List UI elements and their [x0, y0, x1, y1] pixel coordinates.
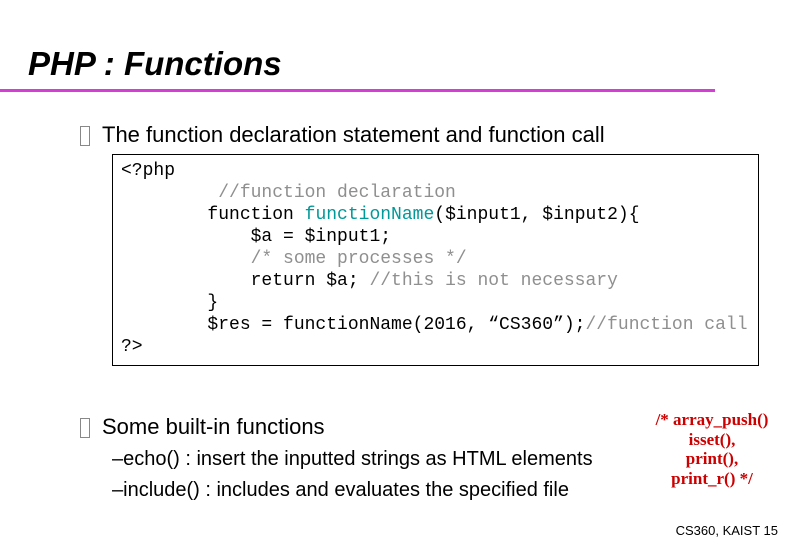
code-comment: //this is not necessary: [369, 271, 617, 291]
code-block: <?php //function declaration function fu…: [112, 154, 759, 366]
side-note-line: print_r() */: [642, 469, 782, 489]
side-note-line: isset(),: [642, 430, 782, 450]
code-comment: //function declaration: [218, 183, 456, 203]
code-line: <?php: [121, 161, 175, 181]
code-line: ?>: [121, 337, 143, 357]
code-line: return $a;: [121, 271, 369, 291]
code-indent: [121, 183, 218, 203]
code-funcname: functionName: [305, 205, 435, 225]
code-indent: [121, 249, 251, 269]
bullet-2-text: Some built-in functions: [102, 414, 325, 440]
side-note-line: /* array_push(): [642, 410, 782, 430]
code-keyword: function: [121, 205, 305, 225]
code-params: ($input1, $input2){: [434, 205, 639, 225]
code-comment: //function call: [585, 315, 747, 335]
slide-title: PHP : Functions: [0, 0, 800, 89]
code-line: $a = $input1;: [121, 227, 391, 247]
side-note-line: print(),: [642, 449, 782, 469]
code-comment: /* some processes */: [251, 249, 467, 269]
side-note: /* array_push() isset(), print(), print_…: [642, 410, 782, 488]
footer-course: CS360, KAIST: [676, 523, 760, 538]
code-line: }: [121, 293, 218, 313]
slide-footer: CS360, KAIST 15: [676, 523, 778, 538]
bullet-marker: [80, 418, 90, 438]
bullet-marker: [80, 126, 90, 146]
code-line: $res = functionName(2016, “CS360”);: [121, 315, 585, 335]
footer-page: 15: [764, 523, 778, 538]
bullet-1: The function declaration statement and f…: [80, 122, 760, 148]
bullet-1-text: The function declaration statement and f…: [102, 122, 605, 148]
